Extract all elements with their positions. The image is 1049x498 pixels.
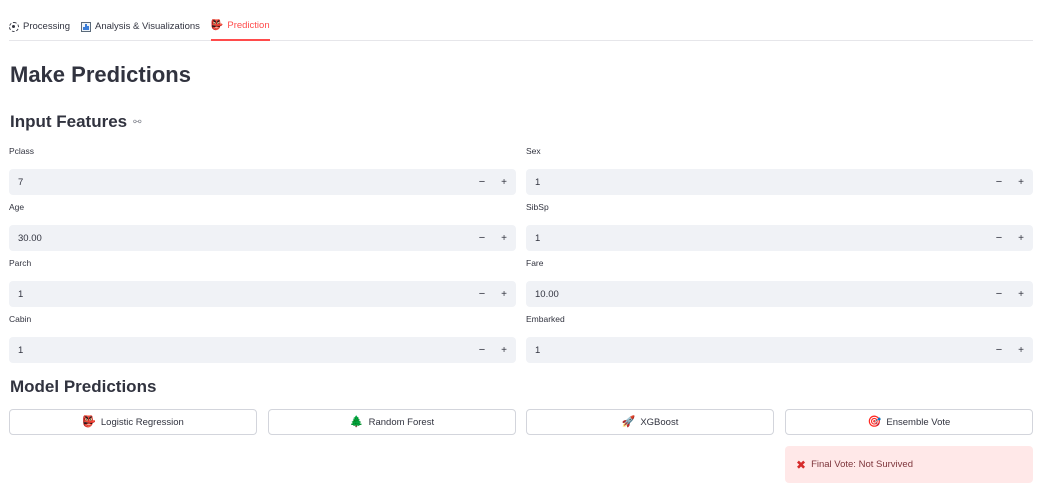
parch-input[interactable]: 1 − +: [9, 281, 516, 307]
increment-button[interactable]: +: [1010, 225, 1032, 251]
sex-field: Sex 1 − +: [526, 146, 1033, 195]
final-vote-alert: ✖ Final Vote: Not Survived: [785, 446, 1033, 483]
x-icon: ✖: [796, 457, 807, 472]
decrement-button[interactable]: −: [988, 169, 1010, 195]
gear-icon: [9, 21, 19, 32]
alert-text: Final Vote: Not Survived: [811, 459, 913, 470]
increment-button[interactable]: +: [1010, 337, 1032, 363]
parch-field: Parch 1 − +: [9, 258, 516, 307]
decrement-button[interactable]: −: [471, 337, 493, 363]
field-label: Fare: [526, 258, 544, 268]
sibsp-input[interactable]: 1 − +: [526, 225, 1033, 251]
field-label: Sex: [526, 146, 541, 156]
decrement-button[interactable]: −: [988, 281, 1010, 307]
decrement-button[interactable]: −: [471, 225, 493, 251]
sex-input[interactable]: 1 − +: [526, 169, 1033, 195]
cabin-field: Cabin 1 − +: [9, 314, 516, 363]
decrement-button[interactable]: −: [988, 337, 1010, 363]
mask-icon: 👺: [210, 19, 224, 31]
tree-icon: 🌲: [349, 415, 364, 428]
button-label: XGBoost: [640, 416, 679, 428]
field-value: 10.00: [535, 288, 559, 300]
field-value: 1: [535, 344, 541, 356]
field-value: 1: [535, 232, 541, 244]
logistic-regression-button[interactable]: 👺 Logistic Regression: [9, 409, 257, 435]
tab-bar: Processing Analysis & Visualizations 👺 P…: [9, 14, 1033, 41]
field-label: Embarked: [526, 314, 565, 324]
pclass-input[interactable]: 7 − +: [9, 169, 516, 195]
age-input[interactable]: 30.00 − +: [9, 225, 516, 251]
button-label: Ensemble Vote: [886, 416, 951, 428]
decrement-button[interactable]: −: [988, 225, 1010, 251]
tab-processing[interactable]: Processing: [9, 14, 70, 41]
button-label: Random Forest: [368, 416, 435, 428]
link-icon[interactable]: ⚯: [133, 117, 141, 128]
ensemble-vote-button[interactable]: 🎯 Ensemble Vote: [785, 409, 1033, 435]
increment-button[interactable]: +: [493, 225, 515, 251]
fare-field: Fare 10.00 − +: [526, 258, 1033, 307]
button-label: Logistic Regression: [100, 416, 184, 428]
field-value: 1: [18, 288, 24, 300]
decrement-button[interactable]: −: [471, 281, 493, 307]
fare-input[interactable]: 10.00 − +: [526, 281, 1033, 307]
tab-label: Prediction: [227, 20, 270, 31]
increment-button[interactable]: +: [1010, 169, 1032, 195]
section-title: Input Features: [10, 112, 128, 131]
field-value: 30.00: [18, 232, 42, 244]
field-value: 7: [18, 176, 24, 188]
cabin-input[interactable]: 1 − +: [9, 337, 516, 363]
model-predictions-heading: Model Predictions: [10, 377, 157, 396]
field-value: 1: [535, 176, 541, 188]
field-label: Parch: [9, 258, 32, 268]
field-value: 1: [18, 344, 24, 356]
page-title: Make Predictions: [10, 62, 191, 87]
field-label: Pclass: [9, 146, 35, 156]
embarked-input[interactable]: 1 − +: [526, 337, 1033, 363]
rocket-icon: 🚀: [621, 415, 636, 428]
mask-icon: 👺: [82, 415, 96, 428]
tab-analysis[interactable]: Analysis & Visualizations: [81, 14, 200, 41]
input-features-heading: Input Features ⚯: [10, 112, 142, 132]
increment-button[interactable]: +: [1010, 281, 1032, 307]
random-forest-button[interactable]: 🌲 Random Forest: [268, 409, 516, 435]
bar-chart-icon: [81, 21, 91, 32]
increment-button[interactable]: +: [493, 281, 515, 307]
age-field: Age 30.00 − +: [9, 202, 516, 251]
embarked-field: Embarked 1 − +: [526, 314, 1033, 363]
field-label: Age: [9, 202, 25, 212]
field-label: Cabin: [9, 314, 32, 324]
decrement-button[interactable]: −: [471, 169, 493, 195]
sibsp-field: SibSp 1 − +: [526, 202, 1033, 251]
tab-prediction[interactable]: 👺 Prediction: [210, 14, 270, 41]
tab-label: Processing: [23, 21, 70, 32]
field-label: SibSp: [526, 202, 549, 212]
target-icon: 🎯: [867, 415, 882, 428]
pclass-field: Pclass 7 − +: [9, 146, 516, 195]
increment-button[interactable]: +: [493, 169, 515, 195]
xgboost-button[interactable]: 🚀 XGBoost: [526, 409, 774, 435]
increment-button[interactable]: +: [493, 337, 515, 363]
tab-label: Analysis & Visualizations: [95, 21, 200, 32]
